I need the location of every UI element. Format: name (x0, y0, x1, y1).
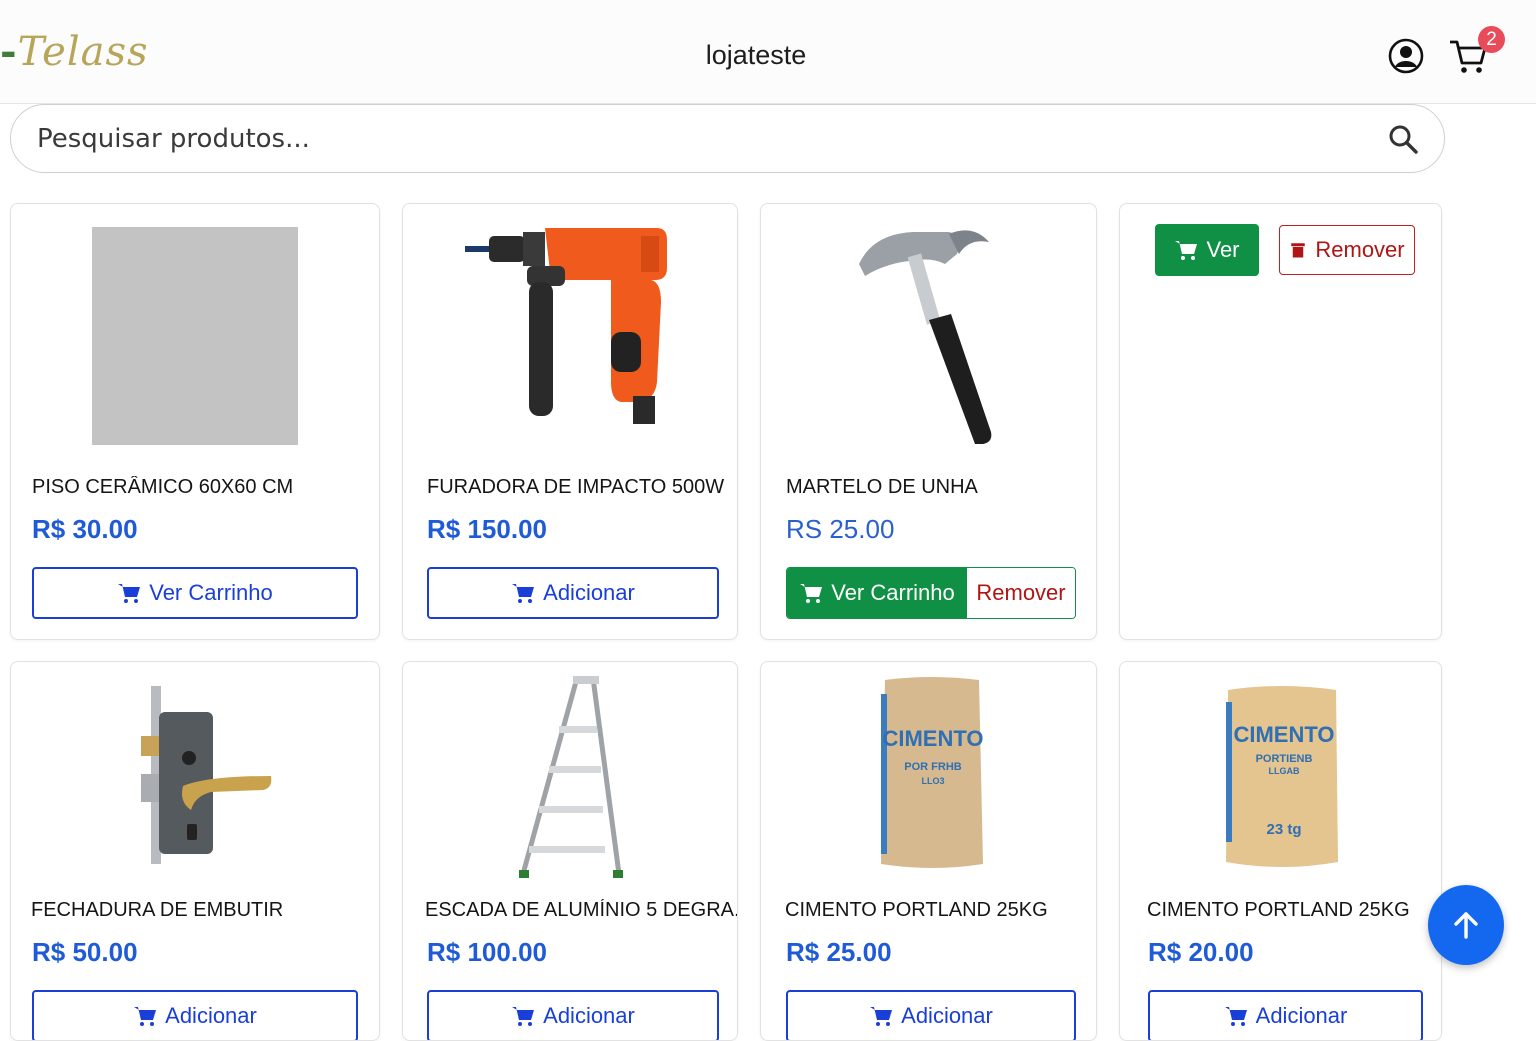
drill-image[interactable] (461, 222, 681, 432)
cart-icon (512, 584, 535, 603)
ladder-image[interactable] (515, 674, 625, 884)
lock-image[interactable] (137, 684, 277, 874)
add-to-cart-button[interactable]: Adicionar (427, 990, 719, 1040)
product-card[interactable]: ESCADA DE ALUMÍNIO 5 DEGRA... R$ 100.00 … (402, 661, 738, 1041)
product-card[interactable]: CIMENTO PORTIENB LLGAB 23 tg CIMENTO POR… (1119, 661, 1442, 1041)
store-name: lojateste (705, 40, 807, 70)
product-title: ESCADA DE ALUMÍNIO 5 DEGRA... (425, 899, 737, 921)
svg-text:CIMENTO: CIMENTO (882, 726, 983, 751)
search-input[interactable] (37, 119, 1357, 159)
trash-icon (1291, 243, 1306, 258)
hammer-image[interactable] (853, 224, 1003, 454)
search-icon[interactable] (1387, 123, 1419, 155)
svg-text:23 tg: 23 tg (1266, 821, 1301, 838)
cart-icon (800, 584, 823, 603)
add-to-cart-button[interactable]: Adicionar (32, 990, 358, 1040)
svg-text:CIMENTO: CIMENTO (1233, 722, 1334, 747)
cart-icon (1175, 241, 1198, 260)
product-card[interactable]: FECHADURA DE EMBUTIR R$ 50.00 Adicionar (10, 661, 380, 1041)
top-header: -Telass lojateste 2 (0, 0, 1536, 104)
remove-button[interactable]: Remover (967, 568, 1075, 618)
add-to-cart-button[interactable]: Adicionar (786, 990, 1076, 1040)
product-price: RS 25.00 (786, 514, 895, 544)
product-price: R$ 50.00 (32, 937, 138, 967)
svg-text:LLO3: LLO3 (921, 776, 944, 786)
product-title: FECHADURA DE EMBUTIR (31, 899, 284, 921)
product-title: CIMENTO PORTLAND 25KG (785, 899, 1048, 921)
product-card[interactable]: MARTELO DE UNHA RS 25.00 Ver Carrinho Re… (760, 203, 1097, 640)
cart-actions: Ver Carrinho Remover (786, 567, 1076, 619)
cement-bag-image[interactable]: CIMENTO POR FRHB LLO3 (877, 674, 987, 874)
product-card[interactable]: CIMENTO POR FRHB LLO3 CIMENTO PORTLAND 2… (760, 661, 1097, 1041)
product-image[interactable] (92, 227, 298, 445)
add-to-cart-button[interactable]: Adicionar (427, 567, 719, 619)
product-price: R$ 20.00 (1148, 937, 1254, 967)
add-to-cart-button[interactable]: Adicionar (1148, 990, 1423, 1040)
svg-text:LLGAB: LLGAB (1269, 766, 1300, 776)
scroll-to-top-button[interactable] (1428, 885, 1504, 965)
product-card[interactable]: PISO CERÂMICO 60X60 CM R$ 30.00 Ver Carr… (10, 203, 380, 640)
search-bar (10, 104, 1445, 173)
product-price: R$ 150.00 (427, 514, 547, 544)
svg-text:PORTIENB: PORTIENB (1256, 753, 1313, 765)
product-title: PISO CERÂMICO 60X60 CM (32, 476, 294, 498)
product-title: MARTELO DE UNHA (786, 476, 978, 498)
cement-bag-image[interactable]: CIMENTO PORTIENB LLGAB 23 tg (1222, 682, 1342, 872)
product-price: R$ 30.00 (32, 514, 138, 544)
remove-button[interactable]: Remover (1279, 225, 1415, 275)
product-price: R$ 25.00 (786, 937, 892, 967)
cart-icon (118, 584, 141, 603)
view-cart-button[interactable]: Ver Carrinho (32, 567, 358, 619)
product-price: R$ 100.00 (427, 937, 547, 967)
user-circle-icon[interactable] (1388, 38, 1424, 74)
view-cart-button[interactable]: Ver Carrinho (787, 568, 967, 618)
product-card[interactable]: FURADORA DE IMPACTO 500W R$ 150.00 Adici… (402, 203, 738, 640)
product-title: CIMENTO PORTLAND 25KG (1147, 899, 1410, 921)
view-cart-button[interactable]: Ver (1155, 224, 1259, 276)
arrow-up-icon (1454, 912, 1478, 939)
svg-text:POR FRHB: POR FRHB (904, 761, 962, 773)
product-card[interactable]: Ver Remover (1119, 203, 1442, 640)
cart-count-badge: 2 (1478, 26, 1505, 53)
product-title: FURADORA DE IMPACTO 500W (427, 476, 725, 498)
